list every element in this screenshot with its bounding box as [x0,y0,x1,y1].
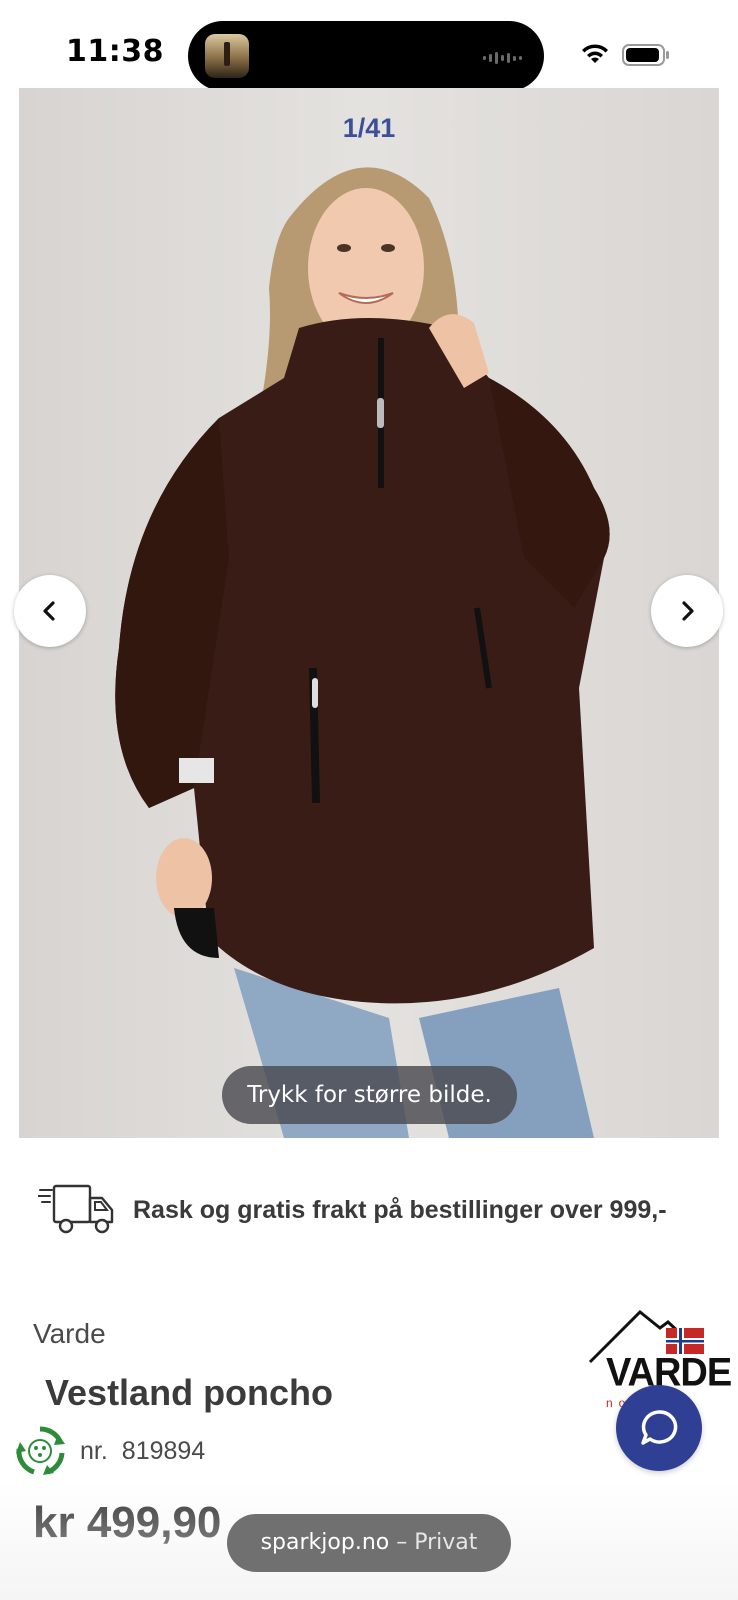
chevron-left-icon [43,601,55,621]
status-bar: 11:38 [0,0,738,91]
product-brand[interactable]: Varde [33,1318,106,1350]
product-image-gallery[interactable]: 1/41 Trykk for større bilde. [19,88,719,1138]
chevron-right-icon [682,601,694,621]
wifi-icon [582,44,608,63]
next-image-button[interactable] [651,575,723,647]
image-counter: 1/41 [342,113,396,143]
audio-waveform-icon [483,52,522,64]
product-photo[interactable] [19,88,719,1138]
product-price: kr 499,90 [33,1498,222,1547]
url-separator: – [396,1530,408,1555]
enlarge-image-hint[interactable]: Trykk for større bilde. [222,1066,517,1124]
delivery-truck-icon [38,1184,114,1234]
shipping-banner: Rask og gratis frakt på bestillinger ove… [38,1180,718,1240]
chat-bubble-icon [641,1410,678,1445]
sku-number: 819894 [121,1436,206,1465]
battery-icon [622,44,669,66]
status-time: 11:38 [66,34,164,69]
sku-row: nr. 819894 [14,1425,205,1477]
recycle-icon[interactable] [14,1425,66,1477]
private-mode-label: Privat [414,1530,478,1555]
dynamic-island[interactable] [188,21,544,91]
shipping-text: Rask og gratis frakt på bestillinger ove… [133,1195,667,1224]
now-playing-artwork[interactable] [205,34,249,78]
previous-image-button[interactable] [14,575,86,647]
browser-address-pill[interactable]: sparkjop.no – Privat [227,1514,511,1572]
product-title: Vestland poncho [45,1372,334,1413]
chat-button[interactable] [616,1385,702,1471]
url-domain: sparkjop.no [260,1530,390,1555]
sku-label: nr. [80,1436,108,1465]
